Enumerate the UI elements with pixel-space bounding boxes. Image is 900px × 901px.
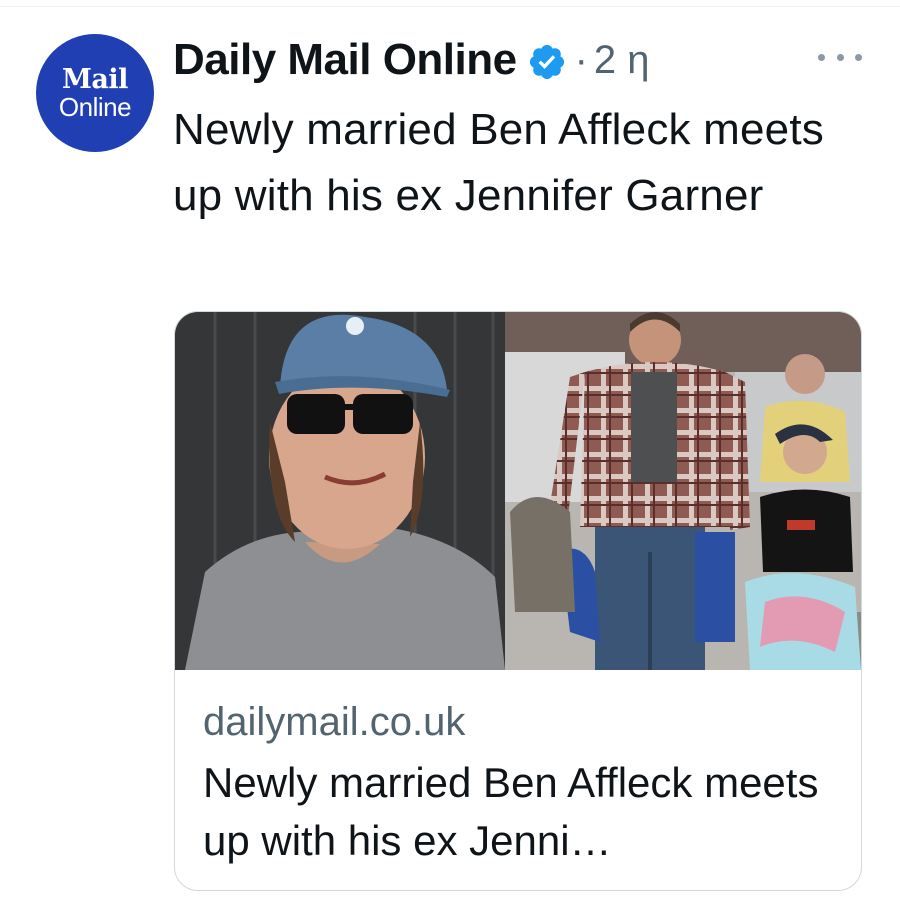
timestamp[interactable]: 2 η [594, 38, 650, 83]
tweet-text: Newly married Ben Affleck meets up with … [173, 105, 824, 220]
link-card[interactable]: dailymail.co.uk Newly married Ben Afflec… [174, 311, 862, 891]
avatar[interactable]: Mail Online [36, 34, 154, 152]
verified-badge-icon [529, 44, 564, 80]
tweet-header: Daily Mail Online · 2 η [173, 28, 650, 92]
more-dot-3 [855, 53, 862, 61]
card-title: Newly married Ben Affleck meets up with … [203, 759, 819, 864]
avatar-logo-mail: Mail [62, 64, 128, 95]
more-options-icon[interactable] [818, 45, 862, 69]
card-domain: dailymail.co.uk [203, 700, 466, 744]
more-dot-1 [818, 53, 825, 61]
more-dot-2 [836, 53, 844, 61]
separator-dot: · [574, 37, 588, 82]
tweet[interactable]: Mail Online Daily Mail Online · 2 η Newl… [0, 0, 900, 901]
account-name[interactable]: Daily Mail Online [173, 35, 517, 85]
card-image[interactable] [175, 312, 861, 670]
avatar-logo-online: Online [58, 92, 132, 122]
